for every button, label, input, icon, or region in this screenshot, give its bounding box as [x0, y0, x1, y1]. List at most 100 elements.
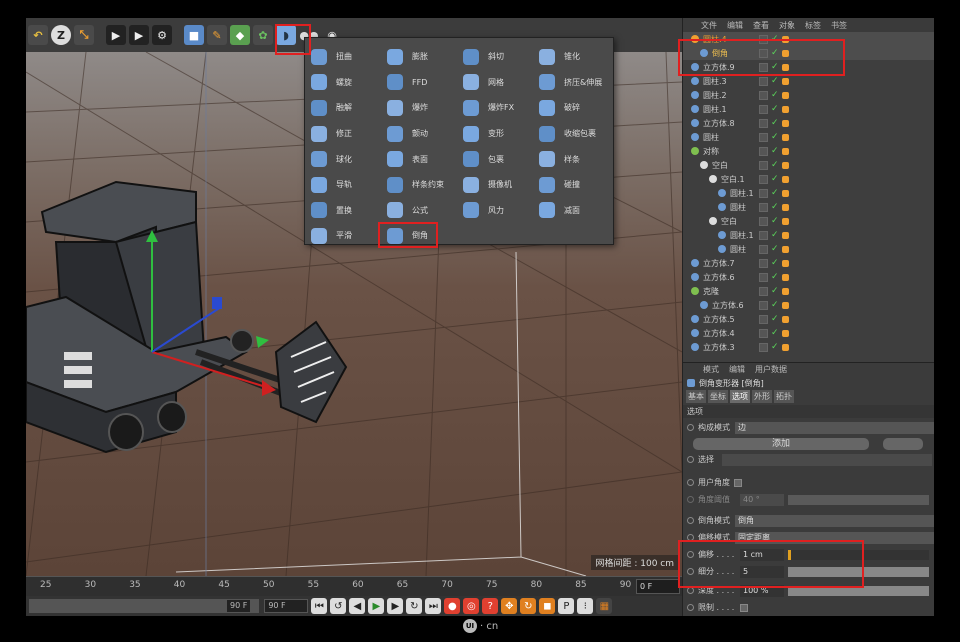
record-icon[interactable]: ●	[444, 598, 461, 614]
deformer-item[interactable]: 变形	[463, 121, 514, 147]
attribute-tab[interactable]: 基本	[686, 390, 706, 403]
deformer-item[interactable]: 导轨	[311, 172, 352, 198]
object-row[interactable]: 倒角 ✓	[683, 46, 934, 60]
build-mode-dropdown[interactable]: 边	[735, 421, 934, 434]
enable-check-icon[interactable]: ✓	[771, 160, 779, 170]
play-icon[interactable]: ▶	[368, 598, 385, 614]
deformer-item[interactable]: 减面	[539, 198, 602, 224]
visibility-toggle[interactable]	[759, 230, 768, 240]
limit-anim-dot[interactable]	[687, 604, 694, 611]
visibility-toggle[interactable]	[759, 90, 768, 100]
object-row[interactable]: 对称 ✓	[683, 144, 934, 158]
menu-item[interactable]: 编辑	[729, 364, 745, 375]
subdivision-icon[interactable]: ◆	[230, 25, 250, 45]
deformer-item[interactable]: 摄像机	[463, 172, 514, 198]
enable-check-icon[interactable]: ✓	[771, 188, 779, 198]
tag-icon[interactable]	[781, 63, 789, 71]
visibility-toggle[interactable]	[759, 258, 768, 268]
tag-icon[interactable]	[781, 91, 789, 99]
object-row[interactable]: 立方体.7 ✓	[683, 256, 934, 270]
depth-field[interactable]: 100 %	[740, 584, 784, 597]
visibility-toggle[interactable]	[759, 118, 768, 128]
object-row[interactable]: 圆柱.1 ✓	[683, 186, 934, 200]
next-frame-icon[interactable]: ▶	[387, 598, 404, 614]
object-row[interactable]: 圆柱.4 ✓	[683, 32, 934, 46]
scale-key-icon[interactable]: ◼	[539, 598, 556, 614]
tag-icon[interactable]	[781, 147, 789, 155]
angle-threshold-field[interactable]: 40 °	[740, 493, 784, 506]
visibility-toggle[interactable]	[759, 104, 768, 114]
offset-mode-anim-dot[interactable]	[687, 534, 694, 541]
deformer-item[interactable]: 球化	[311, 146, 352, 172]
limit-checkbox[interactable]	[740, 603, 748, 612]
visibility-toggle[interactable]	[759, 328, 768, 338]
tag-icon[interactable]	[781, 259, 789, 267]
enable-check-icon[interactable]: ✓	[771, 286, 779, 296]
tag-icon[interactable]	[781, 203, 789, 211]
undo-icon[interactable]: ↶	[28, 25, 48, 45]
deformer-item[interactable]: 融解	[311, 95, 352, 121]
tag-icon[interactable]	[781, 49, 789, 57]
param-key-icon[interactable]: P	[558, 598, 575, 614]
enable-check-icon[interactable]: ✓	[771, 300, 779, 310]
object-row[interactable]: 立方体.9 ✓	[683, 60, 934, 74]
deformer-item[interactable]: 爆炸	[387, 95, 444, 121]
render-settings-icon[interactable]: ⚙	[152, 25, 172, 45]
offset-slider[interactable]	[788, 549, 929, 560]
enable-check-icon[interactable]: ✓	[771, 216, 779, 226]
z-icon[interactable]: Z	[51, 25, 71, 45]
visibility-toggle[interactable]	[759, 216, 768, 226]
prev-frame-icon[interactable]: ◀	[349, 598, 366, 614]
deformer-item[interactable]: 样条约束	[387, 172, 444, 198]
tag-icon[interactable]	[781, 161, 789, 169]
tag-icon[interactable]	[781, 189, 789, 197]
object-row[interactable]: 立方体.4 ✓	[683, 326, 934, 340]
remove-button[interactable]	[883, 438, 923, 450]
prev-key-icon[interactable]: ↺	[330, 598, 347, 614]
enable-check-icon[interactable]: ✓	[771, 258, 779, 268]
object-row[interactable]: 立方体.3 ✓	[683, 340, 934, 354]
enable-check-icon[interactable]: ✓	[771, 342, 779, 352]
menu-item[interactable]: 对象	[779, 20, 795, 31]
object-row[interactable]: 圆柱.2 ✓	[683, 88, 934, 102]
goto-start-icon[interactable]: ⏮	[311, 598, 328, 614]
visibility-toggle[interactable]	[759, 314, 768, 324]
menu-item[interactable]: 标签	[805, 20, 821, 31]
tag-icon[interactable]	[781, 315, 789, 323]
tag-icon[interactable]	[781, 245, 789, 253]
timeline-ruler[interactable]: 25 30 35 40 45 50 55 60 65 70 75 80 85 90 0 F	[26, 576, 682, 596]
attribute-tab[interactable]: 坐标	[708, 390, 728, 403]
tag-icon[interactable]	[781, 343, 789, 351]
deformer-item[interactable]: 收缩包裹	[539, 121, 602, 147]
visibility-toggle[interactable]	[759, 342, 768, 352]
deformer-item[interactable]: FFD	[387, 70, 444, 96]
render-region-icon[interactable]: ▶	[106, 25, 126, 45]
tag-icon[interactable]	[781, 77, 789, 85]
pla-key-icon[interactable]: ⁝	[577, 598, 594, 614]
object-row[interactable]: 空白 ✓	[683, 214, 934, 228]
deformer-item[interactable]: 平滑	[311, 223, 352, 249]
object-row[interactable]: 立方体.8 ✓	[683, 116, 934, 130]
object-row[interactable]: 圆柱.1 ✓	[683, 228, 934, 242]
rotate-key-icon[interactable]: ↻	[520, 598, 537, 614]
enable-check-icon[interactable]: ✓	[771, 104, 779, 114]
add-button[interactable]: 添加	[693, 438, 869, 450]
visibility-toggle[interactable]	[759, 202, 768, 212]
deformer-item[interactable]: 破碎	[539, 95, 602, 121]
deformer-item[interactable]: 公式	[387, 198, 444, 224]
menu-item[interactable]: 用户数据	[755, 364, 787, 375]
enable-check-icon[interactable]: ✓	[771, 62, 779, 72]
enable-check-icon[interactable]: ✓	[771, 90, 779, 100]
deformer-item[interactable]: 网格	[463, 70, 514, 96]
depth-anim-dot[interactable]	[687, 587, 694, 594]
deformer-item[interactable]: 爆炸FX	[463, 95, 514, 121]
menu-item[interactable]: 书签	[831, 20, 847, 31]
enable-check-icon[interactable]: ✓	[771, 202, 779, 212]
gear-generator-icon[interactable]: ✿	[253, 25, 273, 45]
deformer-item[interactable]: 斜切	[463, 44, 514, 70]
offset-anim-dot[interactable]	[687, 551, 694, 558]
render-view-icon[interactable]: ▶	[129, 25, 149, 45]
pen-icon[interactable]: ✎	[207, 25, 227, 45]
object-row[interactable]: 空白 ✓	[683, 158, 934, 172]
deformer-item[interactable]: 螺旋	[311, 70, 352, 96]
